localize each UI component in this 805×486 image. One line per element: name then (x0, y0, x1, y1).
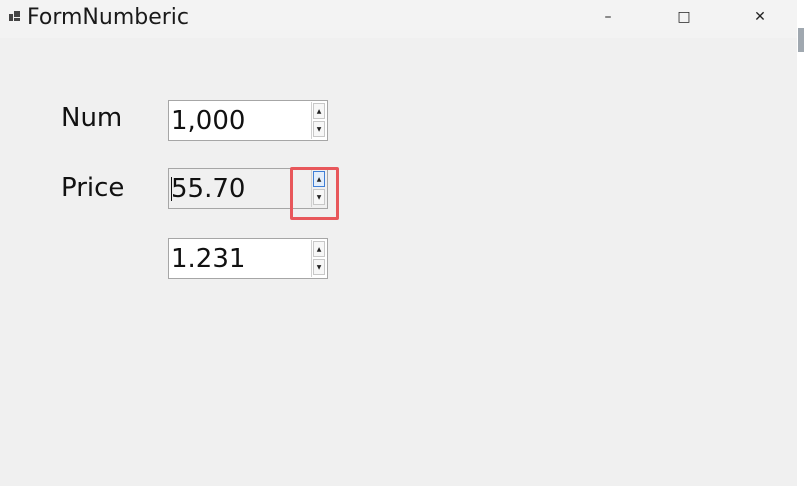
close-icon: ✕ (754, 9, 766, 25)
up-arrow-icon: ▲ (316, 245, 322, 253)
price-label: Price (61, 173, 125, 203)
window-title: FormNumberic (27, 5, 190, 30)
close-button[interactable]: ✕ (737, 0, 783, 34)
maximize-icon: □ (677, 9, 691, 25)
scrollbar-thumb[interactable] (798, 28, 804, 52)
vertical-scrollbar[interactable] (797, 0, 805, 486)
title-bar: FormNumberic – □ ✕ (0, 0, 797, 38)
third-increment-button[interactable]: ▲ (313, 241, 325, 257)
highlight-box (290, 167, 339, 220)
num-value[interactable]: 1,000 (171, 105, 245, 137)
minimize-icon: – (604, 9, 612, 25)
maximize-button[interactable]: □ (661, 0, 707, 34)
down-arrow-icon: ▼ (316, 263, 322, 271)
third-value[interactable]: 1.231 (171, 243, 245, 275)
price-value[interactable]: 55.70 (171, 173, 245, 205)
num-decrement-button[interactable]: ▼ (313, 121, 325, 137)
up-arrow-icon: ▲ (316, 107, 322, 115)
app-icon[interactable] (9, 11, 20, 22)
third-spin-buttons: ▲ ▼ (311, 240, 326, 277)
third-decrement-button[interactable]: ▼ (313, 259, 325, 275)
minimize-button[interactable]: – (585, 0, 631, 34)
num-numeric-updown[interactable]: 1,000 ▲ ▼ (168, 100, 328, 141)
num-spin-buttons: ▲ ▼ (311, 102, 326, 139)
num-label: Num (61, 103, 123, 133)
num-increment-button[interactable]: ▲ (313, 103, 325, 119)
down-arrow-icon: ▼ (316, 125, 322, 133)
third-numeric-updown[interactable]: 1.231 ▲ ▼ (168, 238, 328, 279)
